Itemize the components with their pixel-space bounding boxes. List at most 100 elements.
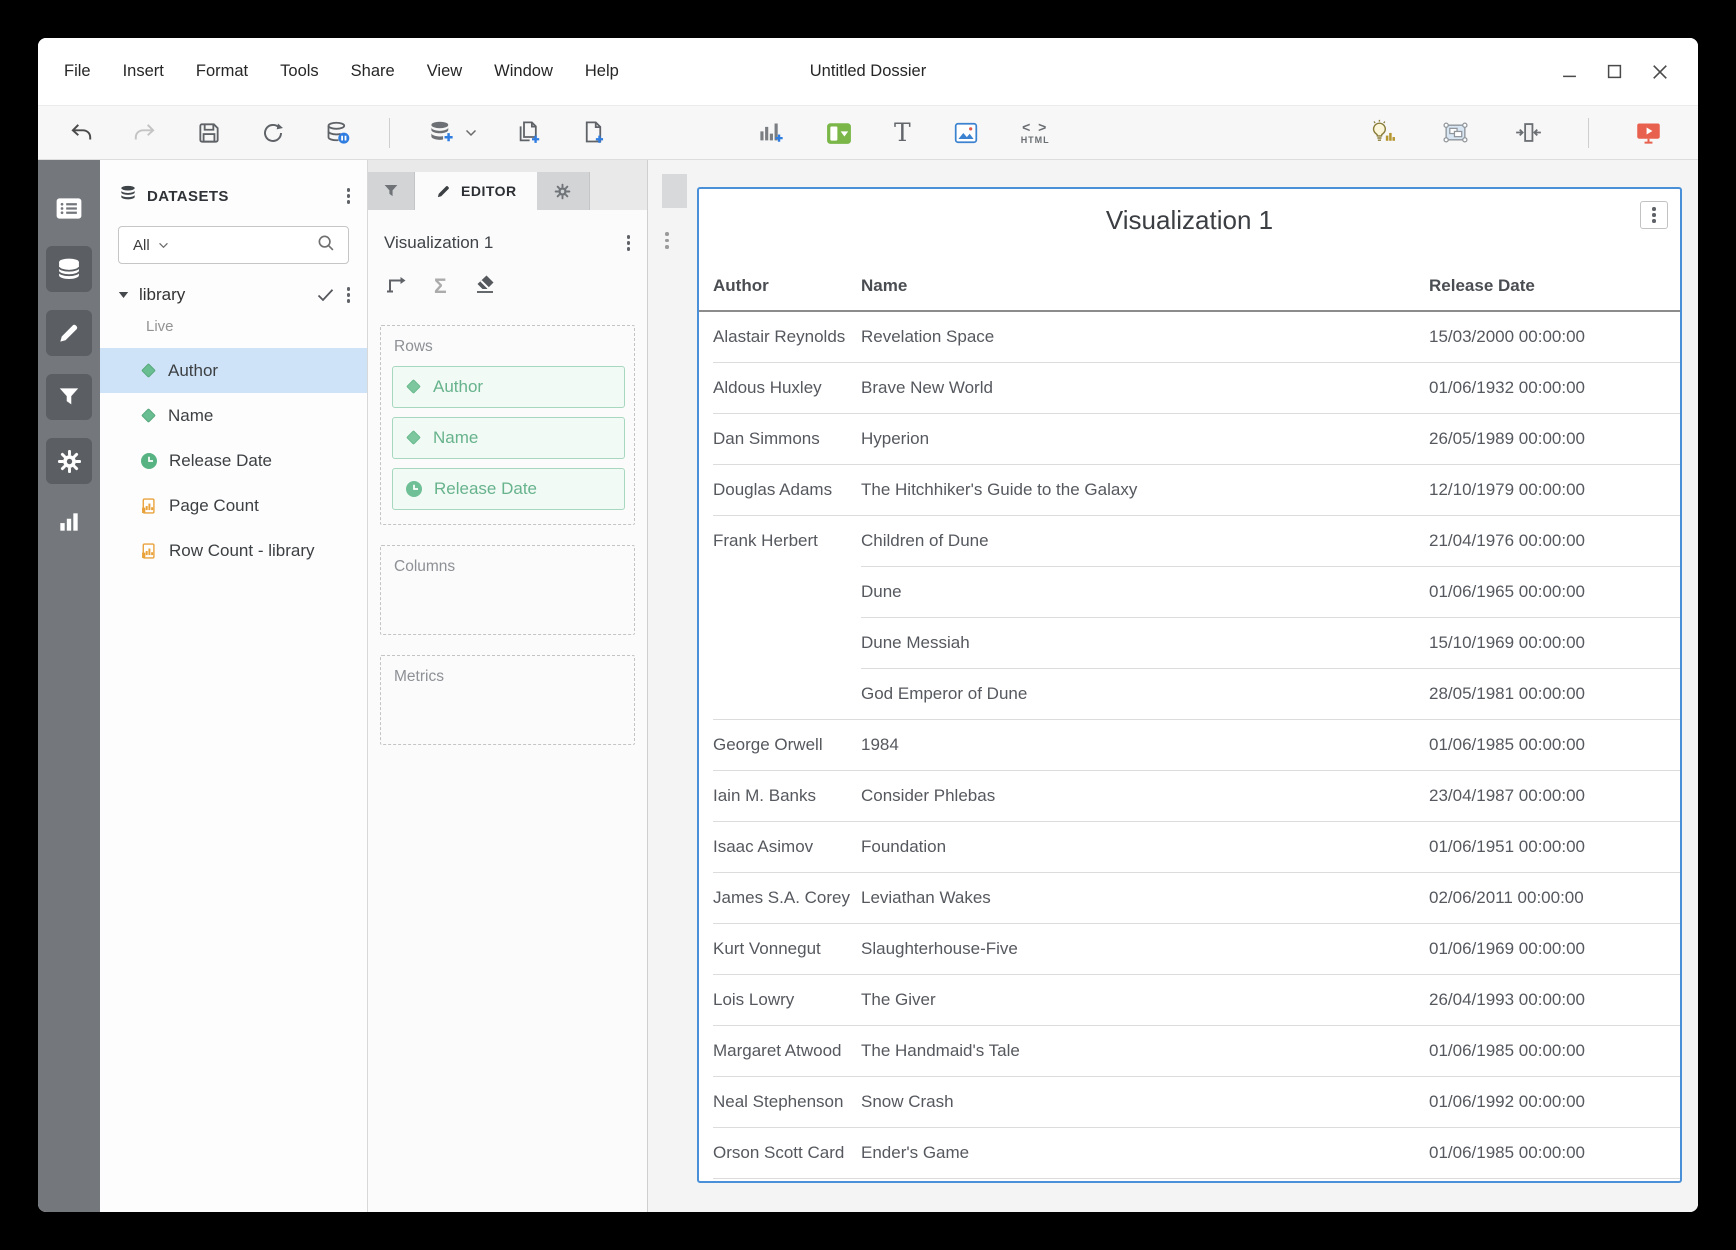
html-icon[interactable]: < > HTML (1021, 120, 1050, 145)
dataset-name[interactable]: library (139, 285, 185, 305)
name-cell[interactable]: Ender's Game (861, 1143, 1429, 1163)
dataset-row-library[interactable]: library (100, 278, 367, 312)
datasets-panel-icon[interactable] (46, 246, 92, 292)
table-row[interactable]: God Emperor of Dune28/05/1981 00:00:00 (861, 668, 1680, 719)
tab-filter[interactable] (368, 172, 415, 210)
date-cell[interactable]: 01/06/1985 00:00:00 (1429, 1041, 1680, 1061)
table-row[interactable]: Pandora's Star02/03/2004 00:00:00 (861, 1179, 1680, 1181)
menu-insert[interactable]: Insert (123, 62, 164, 81)
author-cell[interactable]: James S.A. Corey (713, 873, 861, 923)
author-cell[interactable]: Isaac Asimov (713, 822, 861, 872)
caret-down-icon[interactable] (118, 291, 129, 299)
tab-format[interactable] (537, 172, 590, 210)
author-cell[interactable]: Neal Stephenson (713, 1077, 861, 1127)
columns-zone[interactable]: Columns (380, 545, 635, 635)
menu-tools[interactable]: Tools (280, 62, 319, 81)
table-row[interactable]: Dune Messiah15/10/1969 00:00:00 (861, 617, 1680, 668)
name-cell[interactable]: Leviathan Wakes (861, 888, 1429, 908)
menu-format[interactable]: Format (196, 62, 248, 81)
name-cell[interactable]: The Giver (861, 990, 1429, 1010)
name-cell[interactable]: The Handmaid's Tale (861, 1041, 1429, 1061)
author-cell[interactable]: Dan Simmons (713, 414, 861, 464)
present-icon[interactable] (1635, 119, 1662, 146)
visualization-gallery-icon[interactable] (46, 502, 92, 542)
pause-data-icon[interactable] (324, 119, 351, 146)
table-row[interactable]: Leviathan Wakes02/06/2011 00:00:00 (861, 873, 1680, 923)
author-cell[interactable]: Peter F. Hamilton (713, 1179, 861, 1181)
menu-help[interactable]: Help (585, 62, 619, 81)
settings-panel-icon[interactable] (46, 438, 92, 484)
eraser-icon[interactable] (473, 272, 497, 301)
date-cell[interactable]: 02/06/2011 00:00:00 (1429, 888, 1680, 908)
name-cell[interactable]: Children of Dune (861, 531, 1429, 551)
name-cell[interactable]: 1984 (861, 735, 1429, 755)
date-cell[interactable]: 12/10/1979 00:00:00 (1429, 480, 1680, 500)
editor-viz-menu-icon[interactable] (624, 232, 634, 254)
chevron-down-icon[interactable] (465, 129, 477, 137)
datasets-menu-icon[interactable] (344, 185, 354, 207)
date-cell[interactable]: 26/04/1993 00:00:00 (1429, 990, 1680, 1010)
table-row[interactable]: Children of Dune21/04/1976 00:00:00 (861, 516, 1680, 566)
name-cell[interactable]: Consider Phlebas (861, 786, 1429, 806)
table-row[interactable]: Slaughterhouse-Five01/06/1969 00:00:00 (861, 924, 1680, 974)
image-icon[interactable] (953, 120, 979, 146)
date-cell[interactable]: 01/06/1992 00:00:00 (1429, 1092, 1680, 1112)
field-row-count-library[interactable]: Row Count - library (100, 528, 367, 573)
chip-name[interactable]: Name (392, 417, 625, 459)
table-row[interactable]: The Handmaid's Tale01/06/1985 00:00:00 (861, 1026, 1680, 1076)
name-cell[interactable]: Dune (861, 582, 1429, 602)
name-cell[interactable]: Snow Crash (861, 1092, 1429, 1112)
date-cell[interactable]: 01/06/1965 00:00:00 (1429, 582, 1680, 602)
layout-grouping-icon[interactable] (1442, 119, 1469, 146)
menu-share[interactable]: Share (351, 62, 395, 81)
table-row[interactable]: Ender's Game01/06/1985 00:00:00 (861, 1128, 1680, 1178)
author-cell[interactable]: Margaret Atwood (713, 1026, 861, 1076)
name-cell[interactable]: God Emperor of Dune (861, 684, 1429, 704)
save-icon[interactable] (196, 120, 222, 146)
search-filter-dropdown[interactable]: All (133, 237, 150, 254)
author-cell[interactable]: Orson Scott Card (713, 1128, 861, 1178)
totals-icon[interactable]: Σ (434, 276, 447, 297)
name-cell[interactable]: Revelation Space (861, 327, 1429, 347)
author-cell[interactable]: Frank Herbert (713, 516, 861, 719)
date-cell[interactable]: 26/05/1989 00:00:00 (1429, 429, 1680, 449)
panel-splitter-handle[interactable] (665, 232, 669, 249)
author-cell[interactable]: Lois Lowry (713, 975, 861, 1025)
date-cell[interactable]: 01/06/1969 00:00:00 (1429, 939, 1680, 959)
collapse-panel-icon[interactable] (1515, 119, 1542, 146)
text-icon[interactable]: T (894, 120, 911, 145)
date-cell[interactable]: 28/05/1981 00:00:00 (1429, 684, 1680, 704)
insights-icon[interactable] (1367, 118, 1396, 147)
menu-view[interactable]: View (427, 62, 462, 81)
selector-icon[interactable] (826, 120, 852, 146)
dataset-menu-icon[interactable] (344, 284, 354, 306)
author-cell[interactable]: Kurt Vonnegut (713, 924, 861, 974)
table-row[interactable]: Foundation01/06/1951 00:00:00 (861, 822, 1680, 872)
field-author[interactable]: Author (100, 348, 367, 393)
date-cell[interactable]: 01/06/1985 00:00:00 (1429, 1143, 1680, 1163)
duplicate-page-icon[interactable] (515, 119, 542, 146)
swap-rows-columns-icon[interactable] (384, 272, 408, 301)
table-row[interactable]: The Giver26/04/1993 00:00:00 (861, 975, 1680, 1025)
add-visualization-icon[interactable] (757, 119, 784, 146)
author-cell[interactable]: Aldous Huxley (713, 363, 861, 413)
date-cell[interactable]: 01/06/1932 00:00:00 (1429, 378, 1680, 398)
close-button[interactable] (1652, 64, 1668, 80)
author-cell[interactable]: Iain M. Banks (713, 771, 861, 821)
refresh-icon[interactable] (260, 120, 286, 146)
maximize-button[interactable] (1607, 64, 1622, 79)
name-cell[interactable]: Slaughterhouse-Five (861, 939, 1429, 959)
name-cell[interactable]: Dune Messiah (861, 633, 1429, 653)
dataset-search[interactable]: All (118, 226, 349, 264)
column-header-author[interactable]: Author (713, 276, 861, 310)
name-cell[interactable]: Foundation (861, 837, 1429, 857)
date-cell[interactable]: 21/04/1976 00:00:00 (1429, 531, 1680, 551)
metrics-zone[interactable]: Metrics (380, 655, 635, 745)
field-page-count[interactable]: Page Count (100, 483, 367, 528)
table-row[interactable]: Revelation Space15/03/2000 00:00:00 (861, 312, 1680, 362)
tab-editor[interactable]: EDITOR (415, 172, 537, 210)
date-cell[interactable]: 01/06/1951 00:00:00 (1429, 837, 1680, 857)
field-name[interactable]: Name (100, 393, 367, 438)
menu-window[interactable]: Window (494, 62, 553, 81)
table-row[interactable]: Consider Phlebas23/04/1987 00:00:00 (861, 771, 1680, 821)
